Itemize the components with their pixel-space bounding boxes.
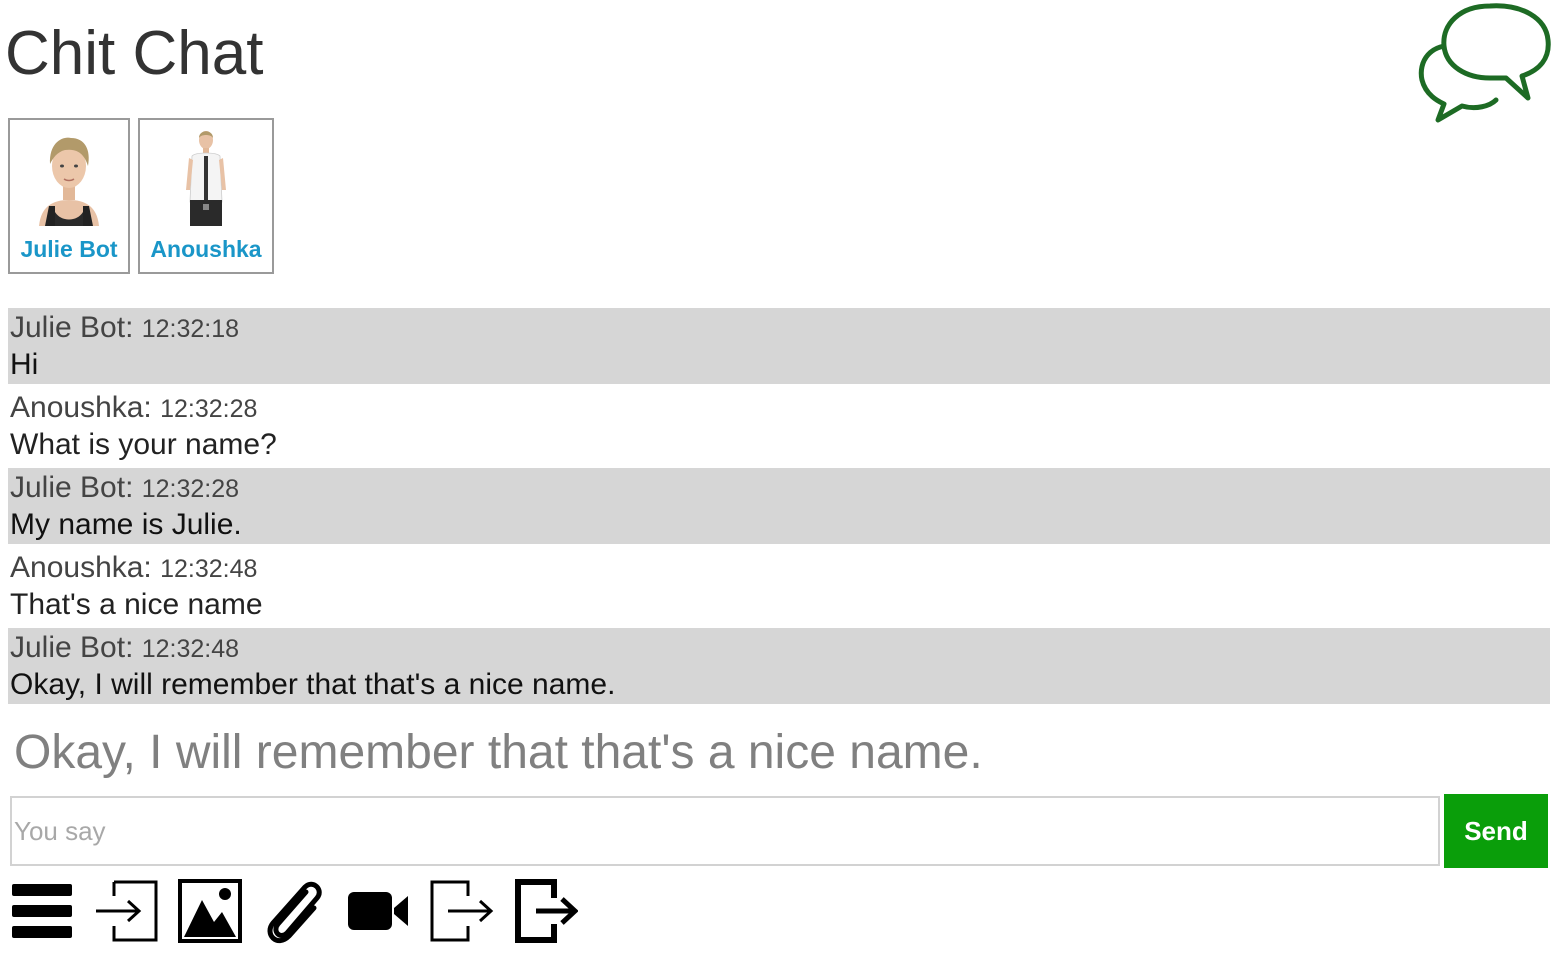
message-text: Hi	[10, 348, 39, 381]
video-camera-icon[interactable]	[346, 878, 410, 944]
message-speaker: Anoushka:	[10, 551, 152, 584]
avatar-julie	[19, 126, 119, 226]
message-header: Julie Bot: 12:32:18	[10, 310, 1550, 347]
send-button[interactable]: Send	[1444, 794, 1548, 868]
message-text: That's a nice name	[10, 588, 263, 621]
message-time: 12:32:18	[141, 315, 240, 343]
message-speaker: Anoushka:	[10, 391, 152, 424]
say-input[interactable]	[10, 796, 1440, 866]
message-text: Okay, I will remember that that's a nice…	[10, 668, 616, 701]
message-time: 12:32:48	[160, 555, 258, 583]
message-header: Anoushka: 12:32:28	[10, 390, 1550, 427]
last-response: Okay, I will remember that that's a nice…	[14, 726, 983, 779]
toolbar	[10, 878, 578, 944]
speech-bubbles-icon	[1418, 3, 1551, 123]
participant-card-julie-bot[interactable]: Julie Bot	[8, 118, 130, 274]
message-text: My name is Julie.	[10, 508, 242, 541]
participant-card-anoushka[interactable]: Anoushka	[138, 118, 274, 274]
message-header: Julie Bot: 12:32:48	[10, 630, 1550, 667]
message-header: Anoushka: 12:32:48	[10, 550, 1550, 587]
message-item: Anoushka: 12:32:28 What is your name?	[8, 388, 1550, 464]
message-item: Julie Bot: 12:32:48 Okay, I will remembe…	[8, 628, 1550, 704]
avatar-anoushka	[156, 126, 256, 226]
message-text: What is your name?	[10, 428, 277, 461]
login-icon[interactable]	[94, 878, 158, 944]
message-speaker: Julie Bot:	[10, 471, 134, 504]
message-list: Julie Bot: 12:32:18 Hi Anoushka: 12:32:2…	[8, 308, 1550, 708]
message-item: Anoushka: 12:32:48 That's a nice name	[8, 548, 1550, 624]
menu-icon[interactable]	[10, 878, 74, 944]
message-time: 12:32:28	[160, 395, 258, 423]
participant-name[interactable]: Anoushka	[150, 236, 261, 263]
message-time: 12:32:28	[141, 475, 240, 503]
paperclip-icon[interactable]	[262, 878, 326, 944]
message-time: 12:32:48	[141, 635, 240, 663]
logout-icon[interactable]	[514, 878, 578, 944]
participant-name[interactable]: Julie Bot	[20, 236, 117, 263]
message-item: Julie Bot: 12:32:18 Hi	[8, 308, 1550, 384]
page-title: Chit Chat	[5, 19, 264, 88]
message-speaker: Julie Bot:	[10, 631, 134, 664]
exit-icon[interactable]	[430, 878, 494, 944]
image-icon[interactable]	[178, 878, 242, 944]
message-item: Julie Bot: 12:32:28 My name is Julie.	[8, 468, 1550, 544]
input-row: Send	[10, 794, 1550, 868]
participant-list: Julie Bot Anoushka	[8, 118, 274, 274]
message-header: Julie Bot: 12:32:28	[10, 470, 1550, 507]
message-speaker: Julie Bot:	[10, 311, 134, 344]
